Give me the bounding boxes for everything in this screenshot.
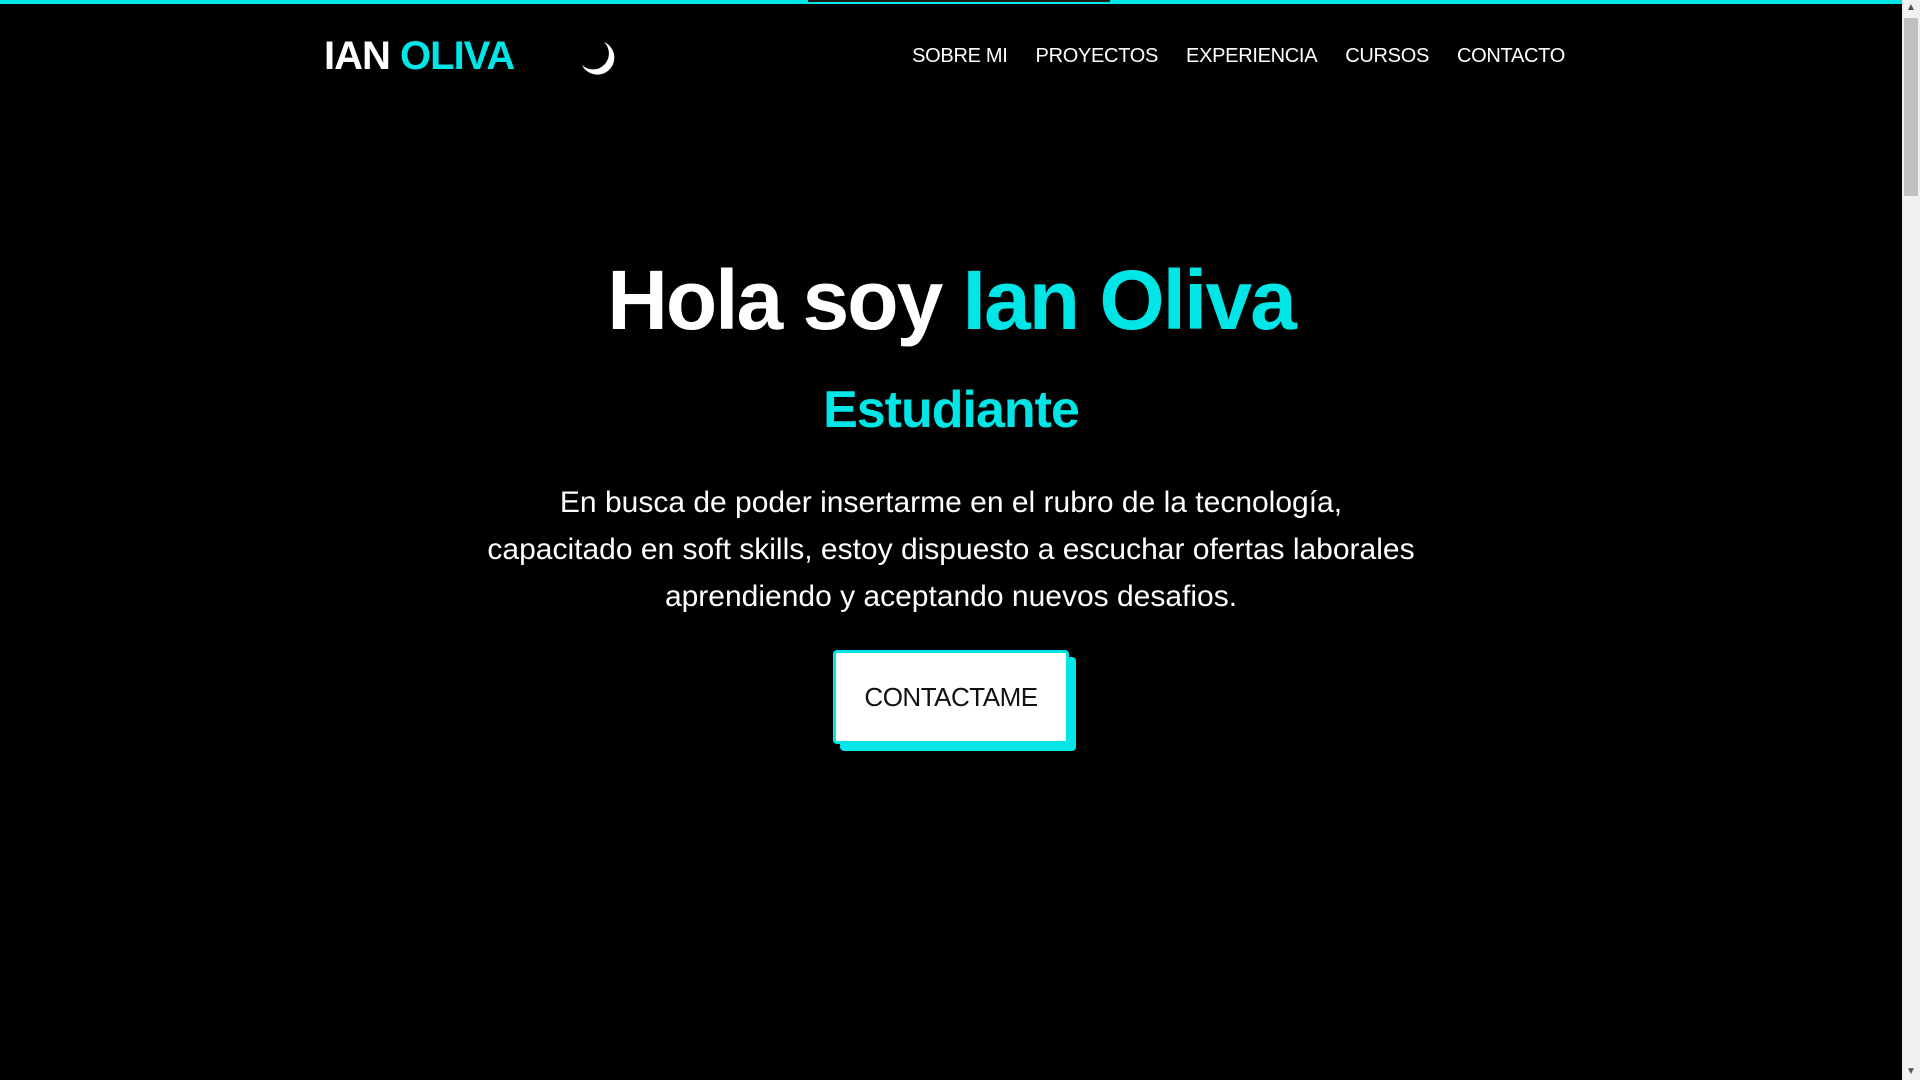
- chevron-up-icon[interactable]: ▲: [1902, 0, 1920, 16]
- hero-role: Estudiante: [823, 380, 1080, 439]
- brand-last-name: OLIVA: [400, 34, 515, 78]
- brand-logo[interactable]: IAN OLIVA: [324, 34, 515, 79]
- hero-description: En busca de poder insertarme en el rubro…: [471, 479, 1431, 620]
- nav-link-contacto[interactable]: CONTACTO: [1457, 45, 1565, 68]
- hero-name: Ian Oliva: [962, 253, 1297, 347]
- page-scrollbar[interactable]: ▲ ▼: [1902, 0, 1920, 1080]
- scrollbar-thumb[interactable]: [1904, 18, 1918, 196]
- hero-description-line: capacitado en soft skills, estoy dispues…: [487, 533, 1415, 567]
- site-header: IAN OLIVA SOBRE MI PROYECTOS EXPERIENCIA…: [0, 0, 1902, 118]
- moon-icon: [582, 42, 615, 75]
- hero-section: Hola soy Ian Oliva Estudiante En busca d…: [0, 250, 1902, 745]
- theme-toggle-button[interactable]: [578, 38, 620, 80]
- hero-description-line: En busca de poder insertarme en el rubro…: [559, 486, 1343, 520]
- portfolio-page: IAN OLIVA SOBRE MI PROYECTOS EXPERIENCIA…: [0, 0, 1920, 1080]
- nav-link-proyectos[interactable]: PROYECTOS: [1036, 45, 1159, 68]
- chevron-down-icon[interactable]: ▼: [1902, 1064, 1920, 1080]
- brand-first-name: IAN: [324, 34, 391, 78]
- nav-link-cursos[interactable]: CURSOS: [1345, 45, 1429, 68]
- hero-description-line: aprendiendo y aceptando nuevos desafios.: [664, 580, 1238, 614]
- nav-link-experiencia[interactable]: EXPERIENCIA: [1186, 45, 1317, 68]
- main-nav: SOBRE MI PROYECTOS EXPERIENCIA CURSOS CO…: [912, 45, 1565, 68]
- hero-title: Hola soy Ian Oliva: [0, 250, 1902, 351]
- nav-link-sobre-mi[interactable]: SOBRE MI: [912, 45, 1008, 68]
- contact-me-button[interactable]: CONTACTAME: [833, 650, 1069, 745]
- cta-wrapper: CONTACTAME: [833, 650, 1069, 745]
- hero-greeting: Hola soy: [607, 253, 943, 347]
